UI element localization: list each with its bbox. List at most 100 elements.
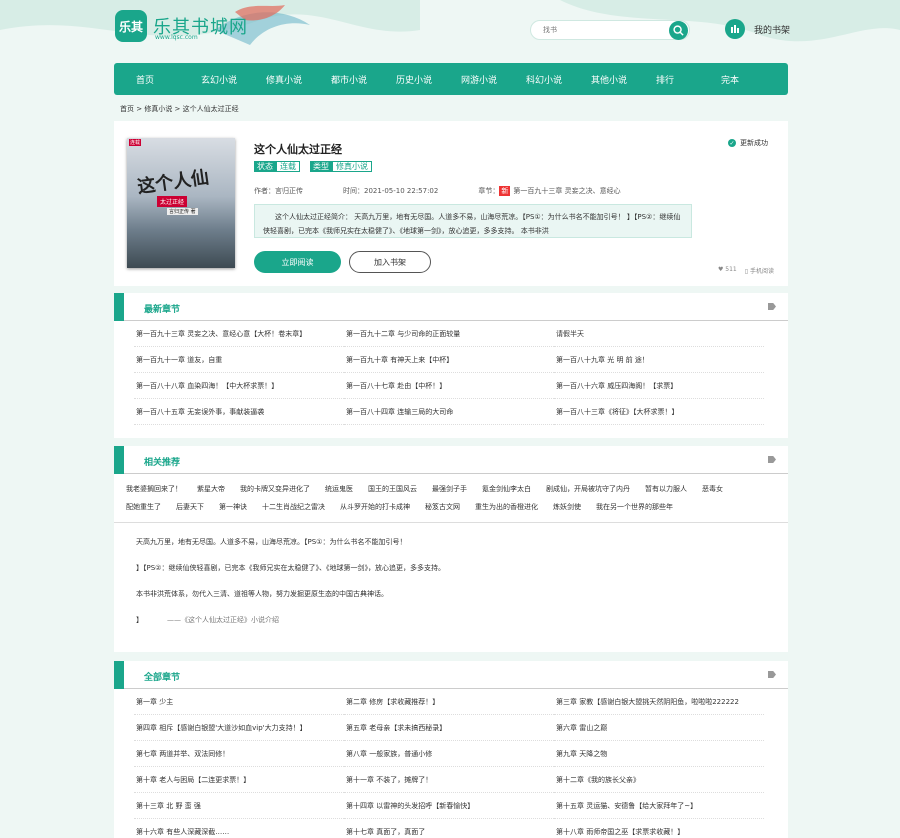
nav-xiuzhen[interactable]: 修真小说 [266, 73, 331, 86]
read-now-button[interactable]: 立即阅读 [254, 251, 341, 273]
nav-rank[interactable]: 排行 [656, 73, 721, 86]
recommend-link[interactable]: 统运鬼医 [325, 480, 353, 498]
like-button[interactable]: ♥ 511 [718, 266, 737, 275]
book-cover[interactable]: 连载 这个人仙 太过正经 言归正传 著 [127, 138, 235, 268]
recommend-link[interactable]: 重生为出的香橙进化 [475, 498, 538, 516]
cover-author: 言归正传 著 [167, 208, 198, 215]
book-info-panel: 连载 这个人仙 太过正经 言归正传 著 这个人仙太过正经 状态 连载 类型 修真小说… [114, 121, 788, 286]
book-author[interactable]: 作者：言归正传 [254, 186, 303, 196]
chapter-link[interactable]: 第七章 两道并举、双法同修！ [134, 741, 344, 767]
chapter-link[interactable]: 第十章 老人与困局【二连更求票！】 [134, 767, 344, 793]
like-count: 511 [725, 266, 737, 273]
chapter-link[interactable]: 第十七章 真面了，真面了 [344, 819, 554, 838]
chapter-link[interactable]: 第十一章 不装了，摊牌了！ [344, 767, 554, 793]
nav-dushi[interactable]: 都市小说 [331, 73, 396, 86]
chapter-link[interactable]: 第一百八十四章 连输三局的大司命 [344, 399, 554, 425]
chapter-link[interactable]: 请假半天 [554, 321, 764, 347]
recommend-link[interactable]: 我的卡牌又变异进化了 [240, 480, 310, 498]
chapter-link[interactable]: 第一百八十三章《将征》【大杯求票！】 [554, 399, 764, 425]
recommend-link[interactable]: 后妻天下 [176, 498, 204, 516]
desc-bracket: 】 [136, 616, 143, 624]
chapter-link[interactable]: 第六章 雷山之巅 [554, 715, 764, 741]
nav-lishi[interactable]: 历史小说 [396, 73, 461, 86]
recommend-link[interactable]: 从斗罗开始的打卡成神 [340, 498, 410, 516]
chapter-link[interactable]: 第四章 相斥【感谢白银盟'大道沙如血vip'大力支持！】 [134, 715, 344, 741]
desc-paragraph: 天高九万里，地有无尽国。人道多不易，山海尽荒凉。【PS①：为什么书名不能加引号！ [136, 538, 407, 546]
all-chapters-list: 第一章 少主 第二章 修房【求收藏推荐！】 第三章 家教【感谢白银大盟挑天然阴阳鱼，… [114, 689, 788, 838]
book-stats: ♥ 511 ▯ 手机阅读 [718, 266, 774, 275]
book-intro-text: 这个人仙太过正经简介： 天高九万里，地有无尽国。人道多不易，山海尽荒凉。【PS①… [263, 213, 681, 235]
chapter-link[interactable]: 第一百九十章 有神天上来【中杯】 [344, 347, 554, 373]
my-shelf-link[interactable]: 我的书架 [716, 19, 790, 39]
latest-chapter-link[interactable]: 第一百九十三章 灵妄之决、意经心 [513, 186, 620, 196]
chapter-link[interactable]: 第五章 老母亲【求未搞西秘录】 [344, 715, 554, 741]
category-value[interactable]: 修真小说 [332, 161, 372, 172]
latest-chapters-panel: 最新章节 第一百九十三章 灵妄之决、意经心意【大杯！卷末章】 第一百九十二章 与少… [114, 293, 788, 438]
chapter-link[interactable]: 第三章 家教【感谢白银大盟挑天然阴阳鱼，啦啦啦222222 [554, 689, 764, 715]
chapter-link[interactable]: 第二章 修房【求收藏推荐！】 [344, 689, 554, 715]
chapter-link[interactable]: 第一百八十七章 赴由【中杯！】 [344, 373, 554, 399]
recommend-panel: 相关推荐 我老婆搁回来了！ 紫星大帝 我的卡牌又变异进化了 统运鬼医 国王的王国风云 最强… [114, 446, 788, 652]
recommend-link[interactable]: 剧成仙，开局被坑守了内丹 [546, 480, 630, 498]
recommend-link[interactable]: 暂有以力服人 [645, 480, 687, 498]
add-shelf-button[interactable]: 加入书架 [349, 251, 431, 273]
search-button[interactable] [669, 21, 688, 40]
chapter-link[interactable]: 第十五章 灵运猫、安德鲁【给大家拜年了~】 [554, 793, 764, 819]
heart-icon: ♥ [717, 266, 724, 273]
chapter-link[interactable]: 第十八章 雨师帝国之巫【求票求收藏！】 [554, 819, 764, 838]
chapter-link[interactable]: 第一百八十九章 光 明 前 途！ [554, 347, 764, 373]
chapter-link[interactable]: 第一百八十八章 血染四海！【中大杯求票！】 [134, 373, 344, 399]
nav-kehuan[interactable]: 科幻小说 [526, 73, 591, 86]
book-meta: 作者：言归正传 时间：2021-05-10 22:57:02 章节： 新 第一百… [254, 186, 621, 196]
nav-finished[interactable]: 完本 [721, 73, 786, 86]
tag-icon [768, 456, 776, 463]
recommend-link[interactable]: 炼妖剑使 [553, 498, 581, 516]
recommend-link[interactable]: 配她重生了 [126, 498, 161, 516]
nav-home[interactable]: 首页 [136, 73, 201, 86]
chapter-link[interactable]: 第八章 一般家族，普通小修 [344, 741, 554, 767]
breadcrumb[interactable]: 首页 > 修真小说 > 这个人仙太过正经 [120, 104, 239, 114]
logo-badge-icon: 乐其 [115, 10, 147, 42]
update-status-text: 更新成功 [740, 139, 768, 147]
chapter-link[interactable]: 第十三章 北 野 蛮 强 [134, 793, 344, 819]
recommend-link[interactable]: 国王的王国风云 [368, 480, 417, 498]
chapter-link[interactable]: 第十二章《我的族长父亲》 [554, 767, 764, 793]
chapter-link[interactable]: 第一百八十六章 威压四海阁！【求票】 [554, 373, 764, 399]
recommend-link[interactable]: 秘笈古文网 [425, 498, 460, 516]
nav-wangyou[interactable]: 网游小说 [461, 73, 526, 86]
phone-icon: ▯ [744, 268, 749, 275]
chapter-link[interactable]: 第一百九十二章 与少司命的正面较量 [344, 321, 554, 347]
recommend-link[interactable]: 恶毒女 [702, 480, 723, 498]
chapter-link[interactable]: 第十六章 有些人深藏深截…… [134, 819, 344, 838]
recommend-link[interactable]: 氪金剑仙李太白 [482, 480, 531, 498]
recommend-link[interactable]: 第一神诀 [219, 498, 247, 516]
category-key: 类型 [310, 161, 332, 172]
search-input[interactable] [531, 21, 661, 39]
site-domain: www.lqsc.com [155, 34, 198, 41]
chapter-link[interactable]: 第十四章 以雷神的头发招呼【新春愉快】 [344, 793, 554, 819]
site-logo[interactable]: 乐其 乐其书城网 www.lqsc.com [115, 10, 248, 42]
recommend-link[interactable]: 我老婆搁回来了！ [126, 480, 182, 498]
recommend-link[interactable]: 十二生肖战纪之雷决 [262, 498, 325, 516]
new-badge: 新 [499, 186, 511, 196]
recommend-link[interactable]: 我在另一个世界的那些年 [596, 498, 673, 516]
book-description: 天高九万里，地有无尽国。人道多不易，山海尽荒凉。【PS①：为什么书名不能加引号！… [114, 523, 788, 639]
mobile-read-link[interactable]: ▯ 手机阅读 [745, 266, 774, 275]
latest-chapters-title: 最新章节 [144, 305, 181, 315]
main-nav: 首页 玄幻小说 修真小说 都市小说 历史小说 网游小说 科幻小说 其他小说 排行… [114, 63, 788, 95]
desc-source: ——《这个人仙太过正经》小说介绍 [167, 616, 279, 624]
nav-xuanhuan[interactable]: 玄幻小说 [201, 73, 266, 86]
chapter-link[interactable]: 第一章 少主 [134, 689, 344, 715]
chapter-link[interactable]: 第一百八十五章 无妄误外事，事献装逼袭 [134, 399, 344, 425]
all-chapters-title: 全部章节 [144, 673, 181, 683]
desc-paragraph: 本书非洪荒体系，勿代入三清、道祖等人物，努力发掘更原生态的中国古典神话。 [136, 590, 388, 598]
my-shelf-label: 我的书架 [754, 25, 791, 36]
chapter-link[interactable]: 第一百九十三章 灵妄之决、意经心意【大杯！卷末章】 [134, 321, 344, 347]
recommend-link[interactable]: 紫星大帝 [197, 480, 225, 498]
chapter-link[interactable]: 第九章 天降之物 [554, 741, 764, 767]
section-bar [114, 293, 124, 321]
cover-tag: 连载 [129, 139, 142, 146]
nav-other[interactable]: 其他小说 [591, 73, 656, 86]
chapter-link[interactable]: 第一百九十一章 道友，自重 [134, 347, 344, 373]
recommend-link[interactable]: 最强剑子手 [432, 480, 467, 498]
